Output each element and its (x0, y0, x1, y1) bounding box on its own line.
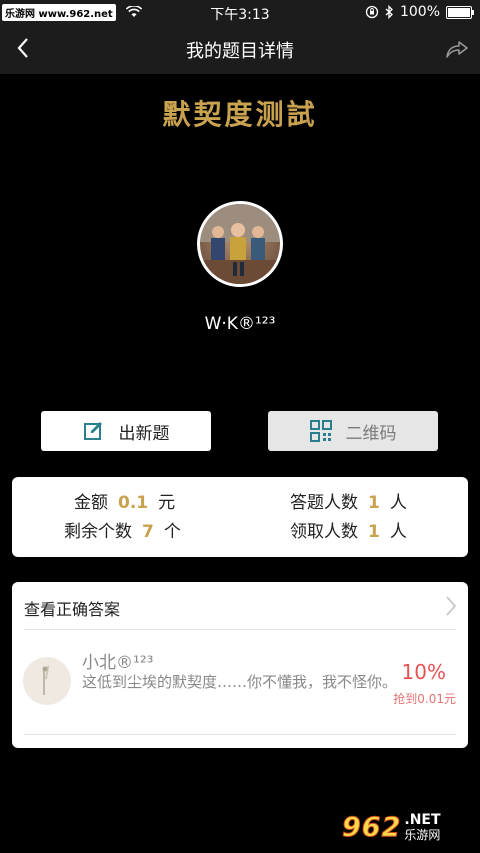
stat-answered-unit: 人 (389, 493, 407, 513)
stat-remaining: 剩余个数 7 个 (64, 521, 181, 543)
stat-claimed-label: 领取人数 (290, 522, 358, 542)
new-question-button[interactable]: 出新题 (41, 411, 211, 451)
edit-icon (83, 422, 102, 440)
status-bar: 乐游网 www.962.net 下午3:13 100% (0, 0, 480, 24)
stat-claimed-unit: 人 (389, 522, 407, 542)
stat-claimed: 领取人数 1 人 (290, 521, 407, 543)
watermark-logo: 962 .NET 乐游网 (341, 807, 472, 847)
stat-answered-value: 1 (368, 493, 380, 513)
answers-card: 查看正确答案 小北®¹²³ 这低到尘埃的默契度……你不懂我，我不怪你。 10% … (12, 582, 468, 748)
stats-panel: 金额 0.1 元 答题人数 1 人 剩余个数 7 个 领取人数 1 人 (12, 477, 468, 557)
share-button[interactable] (442, 34, 472, 64)
stat-amount: 金额 0.1 元 (74, 492, 175, 514)
avatar (197, 201, 283, 287)
avatar (23, 657, 71, 705)
divider (24, 734, 456, 735)
status-right: 100% (365, 3, 474, 21)
stat-claimed-value: 1 (368, 522, 380, 542)
stat-answered-label: 答题人数 (290, 493, 358, 513)
watermark-logo-side: .NET 乐游网 (404, 811, 441, 842)
watermark-logo-number: 962 (341, 811, 402, 843)
qr-code-button[interactable]: 二维码 (268, 411, 438, 451)
share-icon (446, 41, 468, 58)
battery-percent: 100% (399, 4, 440, 20)
stat-amount-value: 0.1 (118, 493, 149, 513)
stat-amount-label: 金额 (74, 493, 108, 513)
watermark-logo-net: .NET (404, 811, 441, 828)
new-question-label: 出新题 (118, 423, 170, 444)
answer-amount: 抢到0.01元 (393, 692, 456, 706)
quiz-title: 默契度测試 (162, 98, 318, 131)
qr-code-icon (309, 420, 332, 442)
stat-remaining-label: 剩余个数 (64, 522, 132, 542)
answer-user-name: 小北®¹²³ (82, 653, 154, 673)
page-title: 我的题目详情 (186, 41, 294, 62)
rotation-lock-icon (365, 5, 379, 19)
stat-remaining-value: 7 (142, 522, 154, 542)
answer-message: 这低到尘埃的默契度……你不懂我，我不怪你。 (82, 673, 398, 691)
divider (24, 629, 456, 630)
view-answers-link[interactable]: 查看正确答案 (24, 596, 120, 620)
bluetooth-icon (385, 5, 394, 19)
battery-icon (446, 5, 474, 19)
stat-amount-unit: 元 (158, 493, 176, 513)
nav-bar: 我的题目详情 (0, 24, 480, 74)
qr-code-label: 二维码 (345, 423, 397, 444)
chevron-right-icon[interactable] (444, 594, 458, 618)
username: W·K®¹²³ (204, 314, 276, 334)
stat-answered: 答题人数 1 人 (290, 492, 407, 514)
stat-remaining-unit: 个 (163, 522, 181, 542)
answer-percent: 10% (401, 660, 446, 684)
watermark-logo-cn: 乐游网 (404, 827, 441, 842)
